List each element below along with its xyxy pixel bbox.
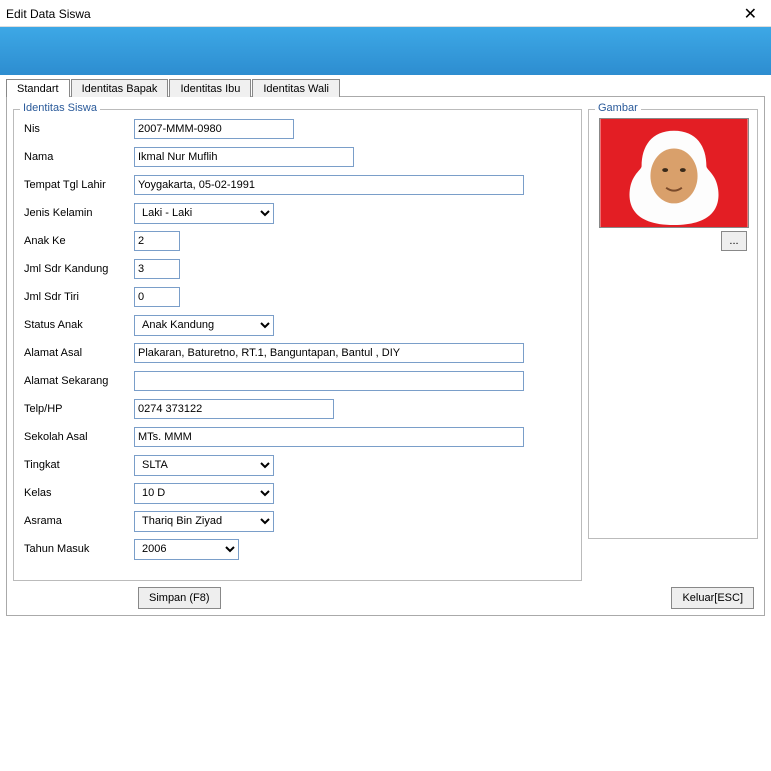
label-sdrk: Jml Sdr Kandung xyxy=(24,263,134,275)
alamat-asal-field[interactable] xyxy=(134,343,524,363)
tab-identitas-bapak[interactable]: Identitas Bapak xyxy=(71,79,169,97)
tab-standart[interactable]: Standart xyxy=(6,79,70,97)
label-alamat-asal: Alamat Asal xyxy=(24,347,134,359)
legend-identitas: Identitas Siswa xyxy=(20,102,100,114)
nama-field[interactable] xyxy=(134,147,354,167)
label-alamat-skr: Alamat Sekarang xyxy=(24,375,134,387)
sdr-kandung-field[interactable] xyxy=(134,259,180,279)
label-kelas: Kelas xyxy=(24,487,134,499)
label-nis: Nis xyxy=(24,123,134,135)
label-nama: Nama xyxy=(24,151,134,163)
label-anakke: Anak Ke xyxy=(24,235,134,247)
tahun-masuk-select[interactable]: 2006 xyxy=(134,539,239,560)
nis-field[interactable] xyxy=(134,119,294,139)
close-icon[interactable]: ✕ xyxy=(738,4,763,24)
label-jk: Jenis Kelamin xyxy=(24,207,134,219)
label-ttl: Tempat Tgl Lahir xyxy=(24,179,134,191)
keluar-button[interactable]: Keluar[ESC] xyxy=(671,587,754,609)
photo-icon xyxy=(600,119,748,227)
alamat-sekarang-field[interactable] xyxy=(134,371,524,391)
tingkat-select[interactable]: SLTA xyxy=(134,455,274,476)
edit-student-window: Edit Data Siswa ✕ Standart Identitas Bap… xyxy=(0,0,771,636)
label-tingkat: Tingkat xyxy=(24,459,134,471)
jenis-kelamin-select[interactable]: Laki - Laki xyxy=(134,203,274,224)
legend-gambar: Gambar xyxy=(595,102,641,114)
asrama-select[interactable]: Thariq Bin Ziyad xyxy=(134,511,274,532)
window-title: Edit Data Siswa xyxy=(6,7,91,21)
label-sdrt: Jml Sdr Tiri xyxy=(24,291,134,303)
tab-identitas-ibu[interactable]: Identitas Ibu xyxy=(169,79,251,97)
label-telp: Telp/HP xyxy=(24,403,134,415)
label-sekolah: Sekolah Asal xyxy=(24,431,134,443)
fieldset-identitas-siswa: Identitas Siswa Nis Nama Tempat Tgl Lahi… xyxy=(13,109,582,581)
anak-ke-field[interactable] xyxy=(134,231,180,251)
sekolah-asal-field[interactable] xyxy=(134,427,524,447)
browse-photo-button[interactable]: ... xyxy=(721,231,747,251)
tab-panel-standart: Identitas Siswa Nis Nama Tempat Tgl Lahi… xyxy=(6,96,765,616)
student-photo xyxy=(599,118,749,228)
tab-identitas-wali[interactable]: Identitas Wali xyxy=(252,79,340,97)
tab-strip: Standart Identitas Bapak Identitas Ibu I… xyxy=(6,79,765,97)
fieldset-gambar: Gambar ... xyxy=(588,109,758,539)
toolbar-band xyxy=(0,27,771,75)
kelas-select[interactable]: 10 D xyxy=(134,483,274,504)
titlebar: Edit Data Siswa ✕ xyxy=(0,0,771,27)
telp-field[interactable] xyxy=(134,399,334,419)
ttl-field[interactable] xyxy=(134,175,524,195)
status-anak-select[interactable]: Anak Kandung xyxy=(134,315,274,336)
sdr-tiri-field[interactable] xyxy=(134,287,180,307)
label-status: Status Anak xyxy=(24,319,134,331)
simpan-button[interactable]: Simpan (F8) xyxy=(138,587,221,609)
content-area: Standart Identitas Bapak Identitas Ibu I… xyxy=(0,75,771,636)
label-thn: Tahun Masuk xyxy=(24,543,134,555)
label-asrama: Asrama xyxy=(24,515,134,527)
footer-buttons: Simpan (F8) Keluar[ESC] xyxy=(13,581,758,609)
